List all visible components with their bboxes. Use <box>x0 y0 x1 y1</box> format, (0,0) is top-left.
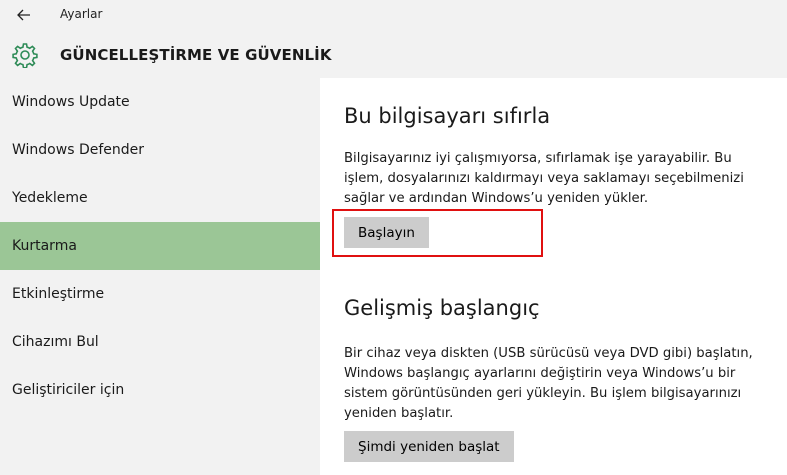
advanced-startup-description: Bir cihaz veya diskten (USB sürücüsü vey… <box>344 346 753 421</box>
sidebar-item-backup[interactable]: Yedekleme <box>0 174 320 222</box>
sidebar-item-label: Cihazımı Bul <box>12 334 99 350</box>
back-button[interactable] <box>8 4 40 26</box>
advanced-startup-heading: Gelişmiş başlangıç <box>344 296 540 320</box>
sidebar-item-label: Yedekleme <box>12 190 88 206</box>
sidebar-item-label: Windows Update <box>12 94 130 110</box>
sidebar-item-activation[interactable]: Etkinleştirme <box>0 270 320 318</box>
sidebar: Windows Update Windows Defender Yedeklem… <box>0 78 320 475</box>
sidebar-item-label: Kurtarma <box>12 238 77 254</box>
sidebar-item-for-developers[interactable]: Geliştiriciler için <box>0 366 320 414</box>
sidebar-item-label: Windows Defender <box>12 142 145 158</box>
restart-now-button[interactable]: Şimdi yeniden başlat <box>344 431 514 462</box>
page-header: GÜNCELLEŞTİRME VE GÜVENLİK <box>0 30 787 78</box>
sidebar-item-label: Etkinleştirme <box>12 286 105 302</box>
back-arrow-icon <box>17 9 30 21</box>
highlight-box <box>332 209 543 257</box>
sidebar-item-find-my-device[interactable]: Cihazımı Bul <box>0 318 320 366</box>
sidebar-item-windows-update[interactable]: Windows Update <box>0 78 320 126</box>
title-bar: Ayarlar <box>0 0 787 30</box>
section-title: GÜNCELLEŞTİRME VE GÜVENLİK <box>60 46 332 64</box>
main-content: Bu bilgisayarı sıfırla Bilgisayarınız iy… <box>320 78 787 475</box>
window-title: Ayarlar <box>60 7 103 21</box>
sidebar-item-recovery[interactable]: Kurtarma <box>0 222 320 270</box>
reset-pc-heading: Bu bilgisayarı sıfırla <box>344 104 551 128</box>
reset-pc-description: Bilgisayarınız iyi çalışmıyorsa, sıfırla… <box>344 151 744 206</box>
gear-icon <box>12 43 38 68</box>
sidebar-item-windows-defender[interactable]: Windows Defender <box>0 126 320 174</box>
sidebar-item-label: Geliştiriciler için <box>12 382 125 398</box>
